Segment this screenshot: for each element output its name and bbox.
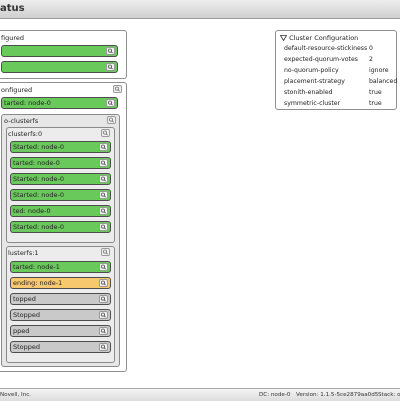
main-configured-panel: onfigured tarted: node-0 o-clusterfs clu…	[0, 82, 127, 372]
resource-item[interactable]: Stopped	[10, 309, 111, 321]
cluster-config-title: Cluster Configuration	[289, 34, 359, 42]
magnifier-icon[interactable]	[101, 129, 110, 137]
group-panel: o-clusterfs clusterfs:0 Started: node-0 …	[1, 114, 120, 367]
copyright-text: Novell, Inc.	[0, 392, 32, 398]
resource-item[interactable]: Started: node-0	[10, 221, 111, 233]
magnifier-icon[interactable]	[106, 99, 115, 107]
magnifier-icon[interactable]	[99, 223, 108, 231]
magnifier-icon[interactable]	[99, 295, 108, 303]
version-text: Version: 1.1.5-5ce2879aa0d5	[296, 392, 379, 398]
configured-panel: figured	[0, 30, 127, 79]
config-key: expected-quorum-votes	[284, 56, 358, 63]
resource-item[interactable]: Started: node-0	[10, 189, 111, 201]
magnifier-icon[interactable]	[113, 85, 122, 93]
resource-item[interactable]	[1, 45, 118, 57]
cluster-config-panel: Cluster Configuration default-resource-s…	[275, 30, 397, 110]
magnifier-icon[interactable]	[99, 207, 108, 215]
clone-panel: lusterfs:1 tarted: node-1 ending: node-1…	[6, 246, 115, 363]
config-key: placement-strategy	[284, 78, 345, 85]
config-value: ignore	[369, 67, 389, 74]
resource-item[interactable]	[1, 61, 118, 73]
cluster-config-header[interactable]: Cluster Configuration	[279, 34, 359, 42]
config-value: 2	[369, 56, 373, 63]
resource-item[interactable]: tarted: node-1	[10, 261, 111, 273]
clone-title: clusterfs:0	[8, 130, 43, 138]
triangle-down-icon	[279, 35, 288, 42]
config-value: true	[369, 89, 382, 96]
config-key: no-quorum-policy	[284, 67, 339, 74]
resource-item[interactable]: tarted: node-0	[1, 97, 118, 109]
magnifier-icon[interactable]	[99, 279, 108, 287]
magnifier-icon[interactable]	[99, 311, 108, 319]
config-value: 0	[369, 45, 373, 52]
dc-text: DC: node-0	[259, 392, 291, 398]
resource-item[interactable]: ending: node-1	[10, 277, 111, 289]
window-title: atus	[0, 3, 25, 14]
magnifier-icon[interactable]	[99, 159, 108, 167]
status-bar: Novell, Inc. DC: node-0 Version: 1.1.5-5…	[0, 388, 400, 401]
config-key: symmetric-cluster	[284, 100, 341, 107]
magnifier-icon[interactable]	[106, 47, 115, 55]
resource-item[interactable]: tarted: node-0	[10, 157, 111, 169]
stack-text: Stack: op	[378, 392, 400, 398]
panel-title: onfigured	[1, 86, 33, 94]
magnifier-icon[interactable]	[99, 343, 108, 351]
magnifier-icon[interactable]	[99, 263, 108, 271]
magnifier-icon[interactable]	[99, 143, 108, 151]
resource-item[interactable]: Stopped	[10, 341, 111, 353]
resource-item[interactable]: ted: node-0	[10, 205, 111, 217]
resource-item[interactable]: Started: node-0	[10, 173, 111, 185]
magnifier-icon[interactable]	[99, 175, 108, 183]
resource-item[interactable]: pped	[10, 325, 111, 337]
clone-title: lusterfs:1	[8, 249, 39, 257]
config-value: balanced	[369, 78, 398, 85]
group-title: o-clusterfs	[4, 117, 39, 125]
magnifier-icon[interactable]	[101, 248, 110, 256]
clone-panel: clusterfs:0 Started: node-0 tarted: node…	[6, 127, 115, 243]
magnifier-icon[interactable]	[107, 116, 116, 124]
title-bar: atus	[0, 0, 400, 19]
config-key: stonith-enabled	[284, 89, 333, 96]
resource-item[interactable]: topped	[10, 293, 111, 305]
panel-title: figured	[1, 34, 24, 42]
magnifier-icon[interactable]	[99, 191, 108, 199]
magnifier-icon[interactable]	[99, 327, 108, 335]
resource-item[interactable]: Started: node-0	[10, 141, 111, 153]
config-value: true	[369, 100, 382, 107]
config-key: default-resource-stickiness	[284, 45, 368, 52]
magnifier-icon[interactable]	[106, 63, 115, 71]
